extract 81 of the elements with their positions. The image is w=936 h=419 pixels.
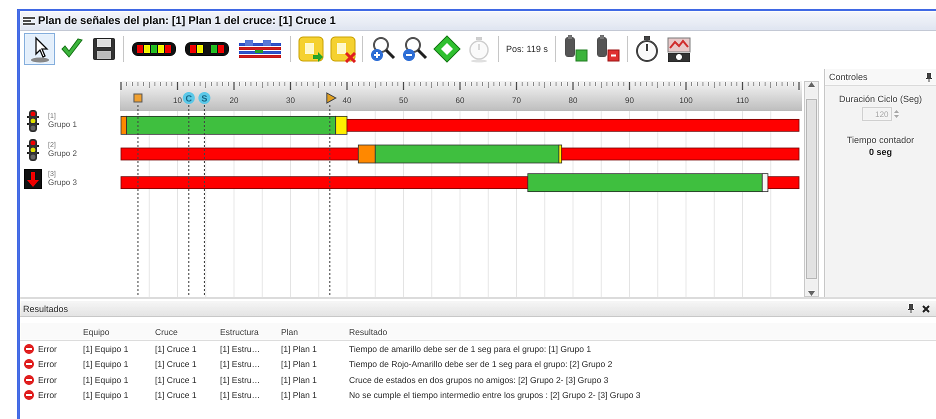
- panel-title: Controles: [829, 72, 868, 82]
- document-add-icon: [296, 35, 324, 63]
- document-remove-icon: [328, 35, 356, 63]
- toolbar-button[interactable]: [24, 33, 55, 65]
- scroll-down-icon: [808, 291, 815, 296]
- column-header: Estructura: [218, 323, 279, 340]
- zoom-out-icon: [400, 35, 428, 63]
- field-label: Tiempo contador: [846, 135, 914, 145]
- column-header: Resultado: [347, 323, 848, 340]
- table-cell: [1] Estru…: [218, 340, 279, 356]
- window-title: Plan de señales del plan: [1] Plan 1 del cruce: [1] Cruce 1: [38, 14, 336, 26]
- table-cell: [1] Cruce 1: [153, 340, 218, 356]
- error-icon: [24, 374, 34, 385]
- group-name: Grupo 1: [48, 121, 77, 130]
- error-icon: [24, 344, 34, 354]
- ruler-label: 40: [342, 96, 352, 105]
- start-marker[interactable]: [133, 94, 142, 102]
- fit-view-icon: [432, 35, 460, 63]
- table-cell: Error: [38, 374, 57, 385]
- ruler-label: 10: [173, 96, 182, 105]
- scroll-up-icon: [808, 82, 815, 87]
- spinner-arrows-icon: [892, 108, 900, 120]
- table-cell: [1] Plan 1: [279, 340, 347, 356]
- monitor-icon: [665, 35, 694, 63]
- close-button[interactable]: [922, 304, 930, 312]
- stopwatch-icon: [634, 35, 660, 63]
- group-name: Grupo 2: [48, 150, 77, 158]
- table-cell-text: [1] Plan 1: [280, 358, 318, 372]
- table-cell-text: [1] Estru…: [219, 389, 262, 402]
- close-icon: [922, 304, 930, 312]
- table-cell-text: [1] Cruce 1: [154, 358, 198, 372]
- position-marker[interactable]: [326, 92, 337, 104]
- ruler-label: 110: [736, 96, 749, 105]
- table-cell-text: [1] Plan 1: [280, 389, 318, 402]
- table-cell-text: [1] Equipo 1: [82, 389, 130, 402]
- scrollbar-thumb[interactable]: [806, 99, 817, 279]
- table-cell-text: [1] Estru…: [219, 374, 262, 387]
- table-cell-text: [1] Equipo 1: [82, 374, 130, 387]
- table-cell-text: Cruce de estados en dos grupos no amigos: [2] Grupo 2- [3] Grupo 3: [348, 374, 610, 387]
- ruler-label: 70: [512, 96, 521, 105]
- table-cell: Error: [38, 344, 57, 354]
- ruler-label: 50: [399, 96, 408, 105]
- counter-value: 0 seg: [868, 147, 892, 157]
- ruler-label: 20: [230, 96, 238, 105]
- table-cell: Tiempo de amarillo debe ser de 1 seg para el grupo: [1] Grupo 1: [347, 340, 848, 356]
- field-label: Duración Ciclo (Seg): [838, 94, 922, 104]
- group-name: Grupo 3: [48, 178, 77, 187]
- ruler-label: 90: [625, 96, 634, 105]
- vertical-scrollbar[interactable]: [804, 81, 819, 297]
- table-cell-text: No se cumple el tiempo intermedio entre los grupos : [2] Grupo 2- [3] Grupo 3: [348, 389, 642, 402]
- pin-icon: [926, 72, 932, 82]
- table-cell-text: [1] Equipo 1: [82, 358, 130, 372]
- zoom-in-icon: [368, 35, 396, 63]
- ruler-label: 30: [286, 96, 295, 105]
- error-icon: [24, 359, 34, 370]
- window-icon: [23, 16, 35, 26]
- sequence-icon: [237, 37, 283, 61]
- traffic-light-icon: [27, 138, 39, 161]
- table-cell-text: [1] Estru…: [219, 358, 262, 372]
- table-cell-text: [1] Plan 1: [280, 374, 318, 387]
- panel-title: Resultados: [23, 304, 68, 314]
- ruler-label: 60: [456, 96, 464, 105]
- table-cell: Error: [38, 390, 57, 400]
- traffic-light-icon: [27, 110, 39, 132]
- table-cell-text: Tiempo de Rojo-Amarillo debe ser de 1 seg para el grupo: [2] Grupo 2: [348, 358, 614, 372]
- stopwatch-icon: [466, 35, 490, 63]
- arrow-signal-icon: [24, 168, 42, 189]
- column-header: Plan: [279, 323, 347, 340]
- position-readout: Pos: 119 s: [505, 44, 549, 54]
- table-cell: Error: [38, 359, 57, 370]
- table-cell-text: [1] Cruce 1: [154, 374, 198, 387]
- column-header: Cruce: [153, 323, 218, 340]
- error-icon: [24, 390, 34, 400]
- column-header: Equipo: [81, 323, 153, 340]
- ruler-label: 80: [568, 96, 578, 105]
- cycle-marker[interactable]: S: [198, 92, 210, 104]
- table-cell: [1] Equipo 1: [81, 340, 153, 356]
- table-cell-text: [1] Cruce 1: [154, 389, 198, 402]
- ruler-label: 100: [679, 96, 693, 105]
- pin-icon: [908, 304, 914, 313]
- cycle-marker[interactable]: C: [182, 92, 195, 104]
